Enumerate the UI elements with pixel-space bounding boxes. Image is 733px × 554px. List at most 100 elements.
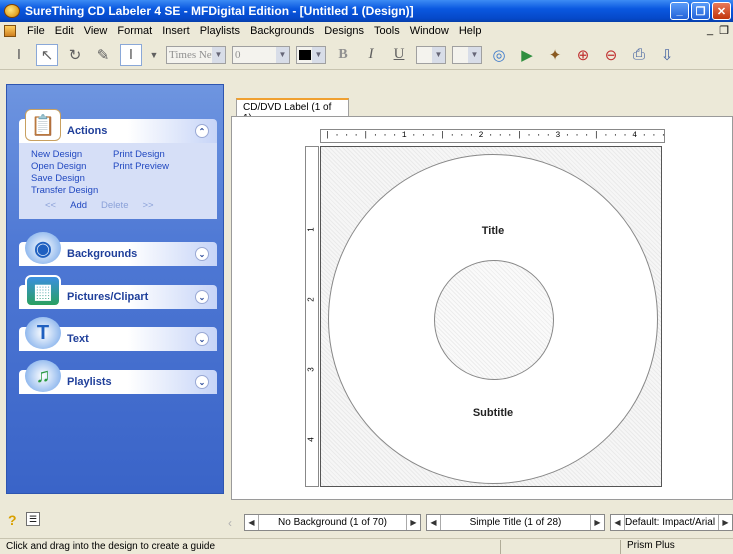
disc-icon[interactable]: ◎ (488, 44, 510, 66)
transfer-design-link[interactable]: Transfer Design (31, 185, 113, 196)
tab-cd-dvd-label[interactable]: CD/DVD Label (1 of 1) (236, 98, 349, 124)
menu-bar: File Edit View Format Insert Playlists B… (0, 22, 733, 40)
new-design-link[interactable]: New Design (31, 149, 113, 160)
underline-icon[interactable]: U (388, 44, 410, 66)
toolbar: I ↖ ↻ ✎ I ▼ Times New Roman ▼ 0 ▼ ▼ B I … (0, 40, 733, 70)
task-pane: 📋 Actions ⌃ New Design Print Design Open… (6, 84, 224, 494)
close-button[interactable]: ✕ (712, 2, 731, 20)
minimize-button[interactable]: _ (670, 2, 689, 20)
prev-arrow-icon[interactable]: ◀ (245, 515, 259, 530)
color-combo[interactable]: ▼ (296, 45, 326, 64)
prev-arrow-icon[interactable]: ◀ (427, 515, 441, 530)
app-logo-icon (4, 4, 20, 18)
font-name-combo[interactable]: Times New Roman ▼ (166, 45, 226, 64)
chevron-down-icon: ▼ (432, 46, 445, 63)
help-icon[interactable]: ? (8, 512, 17, 528)
save-design-link[interactable]: Save Design (31, 173, 113, 184)
mdi-restore-button[interactable]: ❐ (719, 24, 729, 37)
horizontal-ruler[interactable]: | · · · | · · · 1 · · · | · · · 2 · · · … (320, 129, 665, 143)
layout-selector[interactable]: ◀ Simple Title (1 of 28) ▶ (426, 514, 605, 531)
next-arrow-icon[interactable]: ▶ (406, 515, 420, 530)
zoom-in-icon[interactable]: ⊕ (572, 44, 594, 66)
text-title: Text (67, 333, 89, 345)
print-design-link[interactable]: Print Design (113, 149, 193, 160)
pictures-title: Pictures/Clipart (67, 291, 149, 303)
title-bar: SureThing CD Labeler 4 SE - MFDigital Ed… (0, 0, 733, 22)
text-tool-dropdown-icon[interactable]: ▼ (148, 44, 160, 66)
spacing-combo[interactable]: ▼ (452, 45, 482, 64)
properties-icon[interactable]: ☰ (26, 512, 40, 526)
scroll-left-icon[interactable]: ‹ (228, 516, 232, 530)
down-arrow-icon[interactable]: ⇩ (656, 44, 678, 66)
zoom-out-icon[interactable]: ⊖ (600, 44, 622, 66)
menu-backgrounds[interactable]: Backgrounds (245, 25, 319, 37)
next-button[interactable]: >> (142, 200, 153, 211)
print-preview-icon[interactable]: ⎙ (628, 44, 650, 66)
prev-button[interactable]: << (45, 200, 56, 211)
menu-playlists[interactable]: Playlists (195, 25, 245, 37)
text-group: T Text ⌄ (19, 317, 217, 351)
font-size-combo[interactable]: 0 ▼ (232, 45, 290, 64)
menu-help[interactable]: Help (454, 25, 487, 37)
menu-file[interactable]: File (22, 25, 50, 37)
menu-format[interactable]: Format (112, 25, 157, 37)
pointer-tool-icon[interactable]: ↖ (36, 43, 58, 66)
playlists-header[interactable]: ♫ Playlists ⌄ (19, 360, 217, 394)
delete-button[interactable]: Delete (101, 200, 128, 211)
playlists-title: Playlists (67, 376, 112, 388)
text-cursor-icon[interactable]: I (8, 44, 30, 66)
title-text[interactable]: Title (329, 225, 657, 237)
actions-header[interactable]: 📋 Actions ⌃ (19, 109, 217, 143)
chevron-down-icon: ▼ (212, 46, 225, 63)
status-pane-empty (500, 539, 620, 554)
background-value: No Background (1 of 70) (278, 517, 387, 528)
background-selector[interactable]: ◀ No Background (1 of 70) ▶ (244, 514, 421, 531)
menu-edit[interactable]: Edit (50, 25, 79, 37)
prev-arrow-icon[interactable]: ◀ (611, 515, 625, 530)
layout-value: Simple Title (1 of 28) (469, 517, 562, 528)
window-title: SureThing CD Labeler 4 SE - MFDigital Ed… (25, 4, 414, 18)
print-preview-link[interactable]: Print Preview (113, 161, 193, 172)
text-header[interactable]: T Text ⌄ (19, 317, 217, 351)
menu-tools[interactable]: Tools (369, 25, 405, 37)
ruler-mark: 4 (306, 437, 316, 442)
pictures-header[interactable]: ▦ Pictures/Clipart ⌄ (19, 275, 217, 309)
mdi-minimize-button[interactable]: _ (707, 24, 713, 37)
menu-insert[interactable]: Insert (157, 25, 195, 37)
color-swatch (299, 49, 311, 60)
add-button[interactable]: Add (70, 200, 87, 211)
expand-icon[interactable]: ⌄ (195, 332, 209, 346)
font-scheme-selector[interactable]: ◀ Default: Impact/Arial (1 of 5) ▶ (610, 514, 733, 531)
font-name-value: Times New Roman (169, 48, 215, 61)
vertical-ruler[interactable]: 1 2 3 4 (305, 146, 319, 487)
align-combo[interactable]: ▼ (416, 45, 446, 64)
menu-window[interactable]: Window (405, 25, 454, 37)
backgrounds-header[interactable]: ◉ Backgrounds ⌄ (19, 232, 217, 266)
bold-icon[interactable]: B (332, 44, 354, 66)
ruler-mark: 1 (306, 227, 316, 232)
collapse-icon[interactable]: ⌃ (195, 124, 209, 138)
cd-label-disc[interactable]: Title Subtitle (328, 154, 658, 484)
expand-icon[interactable]: ⌄ (195, 290, 209, 304)
subtitle-text[interactable]: Subtitle (329, 407, 657, 419)
text-tool-icon[interactable]: I (120, 43, 142, 66)
restore-button[interactable]: ❐ (691, 2, 710, 20)
italic-icon[interactable]: I (360, 44, 382, 66)
menu-designs[interactable]: Designs (319, 25, 369, 37)
chevron-down-icon: ▼ (312, 46, 325, 63)
next-arrow-icon[interactable]: ▶ (590, 515, 604, 530)
open-design-link[interactable]: Open Design (31, 161, 113, 172)
effects-icon[interactable]: ✦ (544, 44, 566, 66)
pen-icon[interactable]: ✎ (92, 44, 114, 66)
status-bar: Click and drag into the design to create… (0, 538, 733, 554)
expand-icon[interactable]: ⌄ (195, 375, 209, 389)
slideshow-icon[interactable]: ▶ (516, 44, 538, 66)
expand-icon[interactable]: ⌄ (195, 247, 209, 261)
mdi-controls: _ ❐ (707, 24, 729, 37)
rotate-icon[interactable]: ↻ (64, 44, 86, 66)
next-arrow-icon[interactable]: ▶ (718, 515, 732, 530)
design-canvas[interactable]: Title Subtitle (320, 146, 662, 487)
document-icon[interactable] (4, 25, 16, 37)
playlists-group: ♫ Playlists ⌄ (19, 360, 217, 394)
menu-view[interactable]: View (79, 25, 113, 37)
